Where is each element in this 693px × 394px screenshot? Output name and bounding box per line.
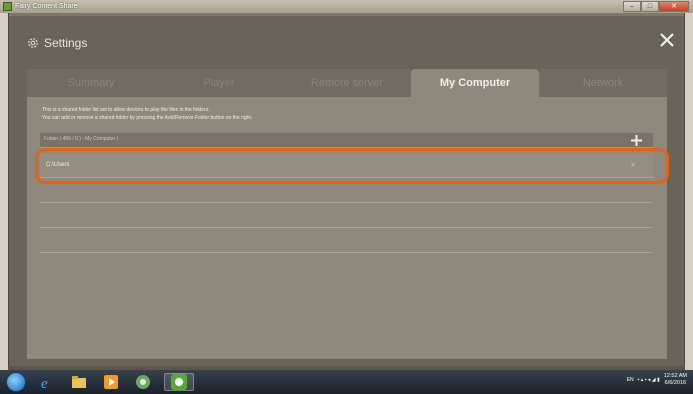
window-close-button[interactable]: ✕	[659, 1, 689, 12]
info-line-2: You can add or remove a shared folder by…	[42, 115, 253, 121]
empty-row	[40, 228, 653, 253]
window-title: Fairy Content Share	[15, 3, 78, 10]
settings-title: Settings	[44, 36, 88, 50]
minimize-button[interactable]: –	[623, 1, 641, 12]
media-player-icon[interactable]	[100, 373, 122, 391]
info-text: This is a shared folder list set to allo…	[42, 106, 252, 122]
clock-date: 6/6/2016	[664, 380, 687, 386]
my-computer-panel: This is a shared folder list set to allo…	[27, 97, 667, 359]
tab-network[interactable]: Network	[539, 69, 667, 97]
explorer-icon[interactable]	[68, 373, 90, 391]
tab-remote-server[interactable]: Remote server	[283, 69, 411, 97]
tray-icon[interactable]: ▪ ▴ ▪ ◂ ◢ ▮	[638, 377, 660, 383]
app-icon	[3, 2, 12, 11]
header-divider	[9, 13, 684, 16]
add-folder-icon[interactable]	[630, 134, 643, 147]
language-indicator[interactable]: EN	[627, 377, 634, 383]
tab-my-computer[interactable]: My Computer	[411, 69, 539, 97]
settings-header: Settings	[27, 36, 87, 50]
svg-text:e: e	[41, 376, 48, 390]
settings-tabs: Summary Player Remote server My Computer…	[27, 69, 667, 97]
ie-icon[interactable]: e	[36, 373, 58, 391]
settings-window: Settings Summary Player Remote server My…	[8, 13, 685, 368]
gear-icon	[28, 38, 38, 48]
clock-time: 12:52 AM	[663, 373, 687, 379]
window-titlebar[interactable]: Fairy Content Share – □ ✕	[0, 0, 693, 13]
taskbar: e EN ▪ ▴ ▪ ◂ ◢ ▮ 12:52 AM 6/6/2016	[0, 370, 693, 394]
close-icon[interactable]	[658, 31, 676, 49]
tab-summary[interactable]: Summary	[27, 69, 155, 97]
window-controls: – □ ✕	[623, 1, 689, 12]
start-button[interactable]	[6, 372, 26, 392]
tab-player[interactable]: Player	[155, 69, 283, 97]
system-tray: EN ▪ ▴ ▪ ◂ ◢ ▮ 12:52 AM 6/6/2016	[627, 373, 687, 387]
maximize-button[interactable]: □	[641, 1, 659, 12]
clock[interactable]: 12:52 AM 6/6/2016	[664, 373, 687, 387]
folder-list-header: Folder ( 456 / 0 ) : My Computer )	[40, 133, 653, 148]
info-line-1: This is a shared folder list set to allo…	[42, 107, 210, 113]
empty-row	[40, 203, 653, 228]
fairy-app-icon[interactable]	[164, 373, 194, 391]
highlight-annotation	[35, 148, 669, 184]
media-center-icon[interactable]	[132, 373, 154, 391]
folder-header-label: Folder ( 456 / 0 ) : My Computer )	[44, 136, 119, 142]
